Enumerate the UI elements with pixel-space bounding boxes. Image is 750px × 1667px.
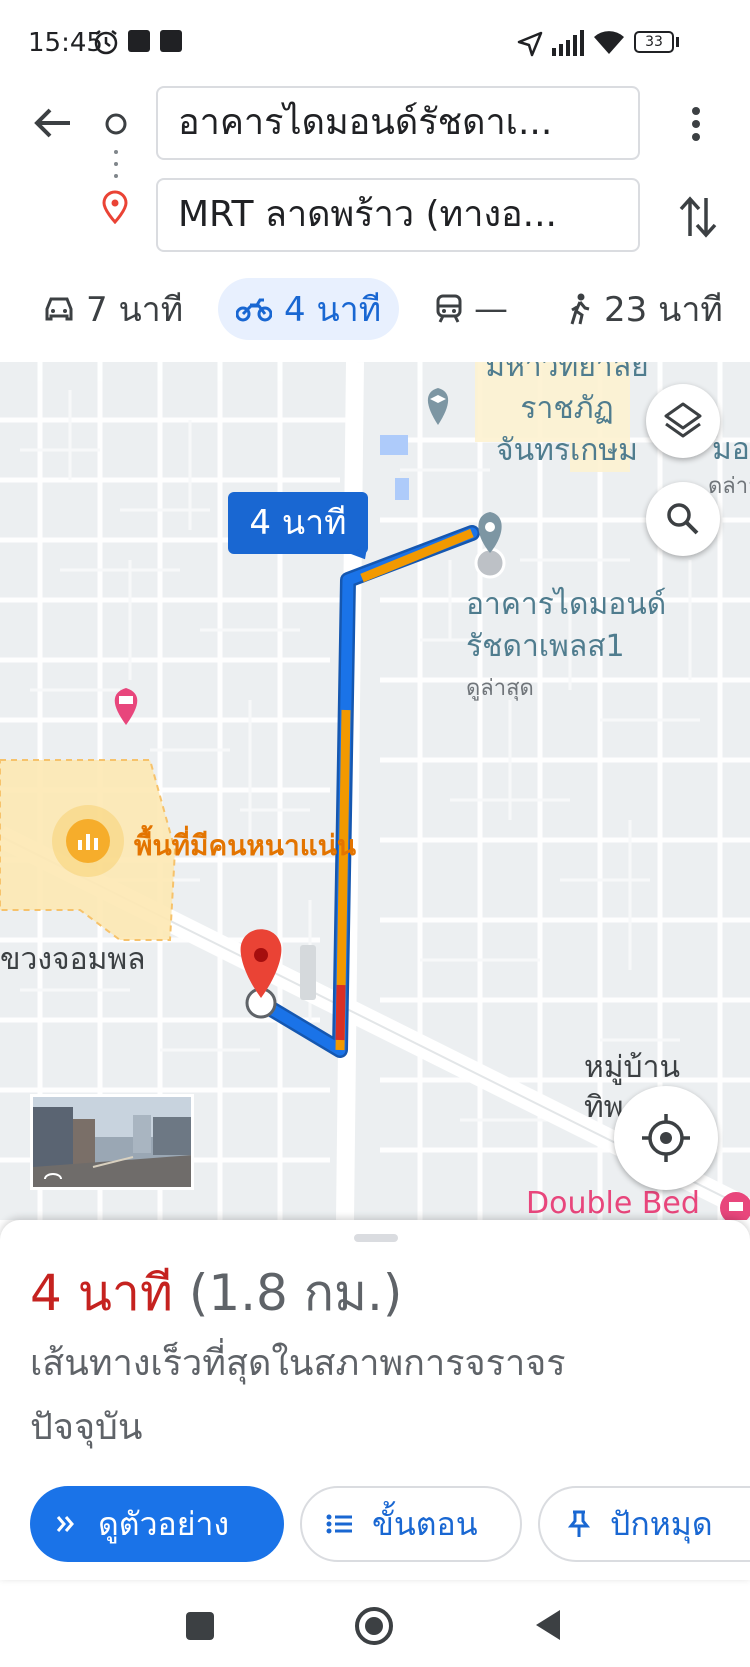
- origin-field[interactable]: อาคารไดมอนด์รัชดาเ...: [156, 86, 640, 160]
- notification-icon: [160, 30, 182, 52]
- destination-pin-icon: [102, 190, 128, 224]
- map-label-crowded: พื้นที่มีคนหนาแน่น: [134, 829, 357, 862]
- route-dots-icon: [114, 150, 118, 178]
- pin-button[interactable]: ปักหมุด: [538, 1486, 750, 1562]
- steps-button[interactable]: ขั้นตอน: [300, 1486, 522, 1562]
- preview-button[interactable]: ดูตัวอย่าง: [30, 1486, 284, 1562]
- signal-icon: [552, 30, 584, 56]
- double-chevron-icon: [56, 1516, 74, 1532]
- mode-driving-label: 7 นาที: [86, 290, 184, 330]
- mode-walking-label: 23 นาที: [604, 290, 723, 330]
- route-summary-eta: 4 นาที (1.8 กม.): [30, 1254, 402, 1333]
- destination-text: MRT ลาดพร้าว (ทางอ...: [178, 194, 558, 235]
- mode-transit-label: —: [474, 289, 508, 329]
- mode-walking[interactable]: 23 นาที: [568, 278, 723, 340]
- recent-apps-button[interactable]: [186, 1612, 214, 1640]
- battery-tip: [676, 37, 679, 47]
- back-arrow-icon[interactable]: [30, 100, 76, 146]
- preview-label: ดูตัวอย่าง: [98, 1504, 230, 1543]
- status-bar: 15:45 33: [0, 0, 750, 88]
- train-icon: [436, 294, 462, 323]
- route-description: เส้นทางเร็วที่สุดในสภาพการจราจรปัจจุบัน: [30, 1343, 566, 1448]
- motorcycle-icon: [236, 298, 272, 322]
- map-label-university: มหาวิทยาลัย ราชภัฏ จันทรเกษม: [462, 362, 672, 472]
- search-icon: [667, 503, 699, 535]
- map-label-road: ขวงจอมพล: [0, 942, 146, 977]
- my-location-button[interactable]: [614, 1086, 718, 1190]
- map-label-dest-2: รัชดาเพลส1: [466, 629, 625, 664]
- mode-motorcycle[interactable]: 4 นาที: [218, 278, 400, 340]
- pin-icon: [568, 1510, 590, 1537]
- mode-driving[interactable]: 7 นาที: [44, 278, 183, 340]
- battery-icon: 33: [634, 31, 674, 53]
- map-label-university-3: จันทรเกษม: [496, 433, 638, 468]
- route-time-text: 4 นาที: [249, 503, 347, 543]
- route-time-callout[interactable]: 4 นาที: [228, 492, 368, 554]
- street-view-image: [33, 1097, 191, 1187]
- map-view[interactable]: 4 นาที มหาวิทยาลัย ราชภัฏ จันทรเกษม อาคา…: [0, 362, 750, 1220]
- more-vert-icon[interactable]: [676, 104, 716, 144]
- map-label-hotel[interactable]: Double Bed: [526, 1186, 700, 1220]
- street-view-thumbnail[interactable]: [30, 1094, 194, 1190]
- layers-icon: [664, 402, 702, 438]
- walk-icon: [570, 293, 590, 325]
- route-duration: 4 นาที: [30, 1264, 173, 1322]
- destination-field[interactable]: MRT ลาดพร้าว (ทางอ...: [156, 178, 640, 252]
- location-arrow-icon: [517, 31, 543, 57]
- system-nav-bar: [0, 1580, 750, 1667]
- mode-transit[interactable]: —: [436, 278, 508, 340]
- search-along-route-button[interactable]: [646, 482, 720, 556]
- drag-handle[interactable]: [354, 1234, 398, 1242]
- steps-label: ขั้นตอน: [372, 1504, 478, 1543]
- origin-dot-icon: [105, 113, 127, 135]
- pin-label: ปักหมุด: [610, 1504, 713, 1543]
- back-button[interactable]: [532, 1608, 562, 1642]
- swap-icon[interactable]: [676, 192, 720, 242]
- home-button[interactable]: [354, 1606, 394, 1646]
- alarm-icon: [94, 30, 118, 55]
- layers-button[interactable]: [646, 384, 720, 458]
- list-icon: [326, 1514, 352, 1534]
- map-label-village-1: หมู่บ้าน: [584, 1050, 680, 1085]
- map-label-dest-3: ดูล่าสุด: [466, 676, 534, 701]
- notification-icon: [128, 30, 150, 52]
- battery-level: 33: [645, 34, 663, 50]
- wifi-icon: [594, 31, 624, 54]
- car-icon: [45, 297, 73, 321]
- map-label-university-1: มหาวิทยาลัย: [485, 362, 649, 384]
- mode-motorcycle-label: 4 นาที: [284, 290, 382, 330]
- route-distance: (1.8 กม.): [188, 1264, 403, 1322]
- crosshair-icon: [642, 1114, 690, 1162]
- map-label-university-2: ราชภัฏ: [520, 391, 614, 426]
- origin-text: อาคารไดมอนด์รัชดาเ...: [178, 102, 553, 143]
- map-label-dest-1: อาคารไดมอนด์: [466, 587, 667, 622]
- map-label-destination: อาคารไดมอนด์ รัชดาเพลส1 ดูล่าสุด: [466, 584, 666, 710]
